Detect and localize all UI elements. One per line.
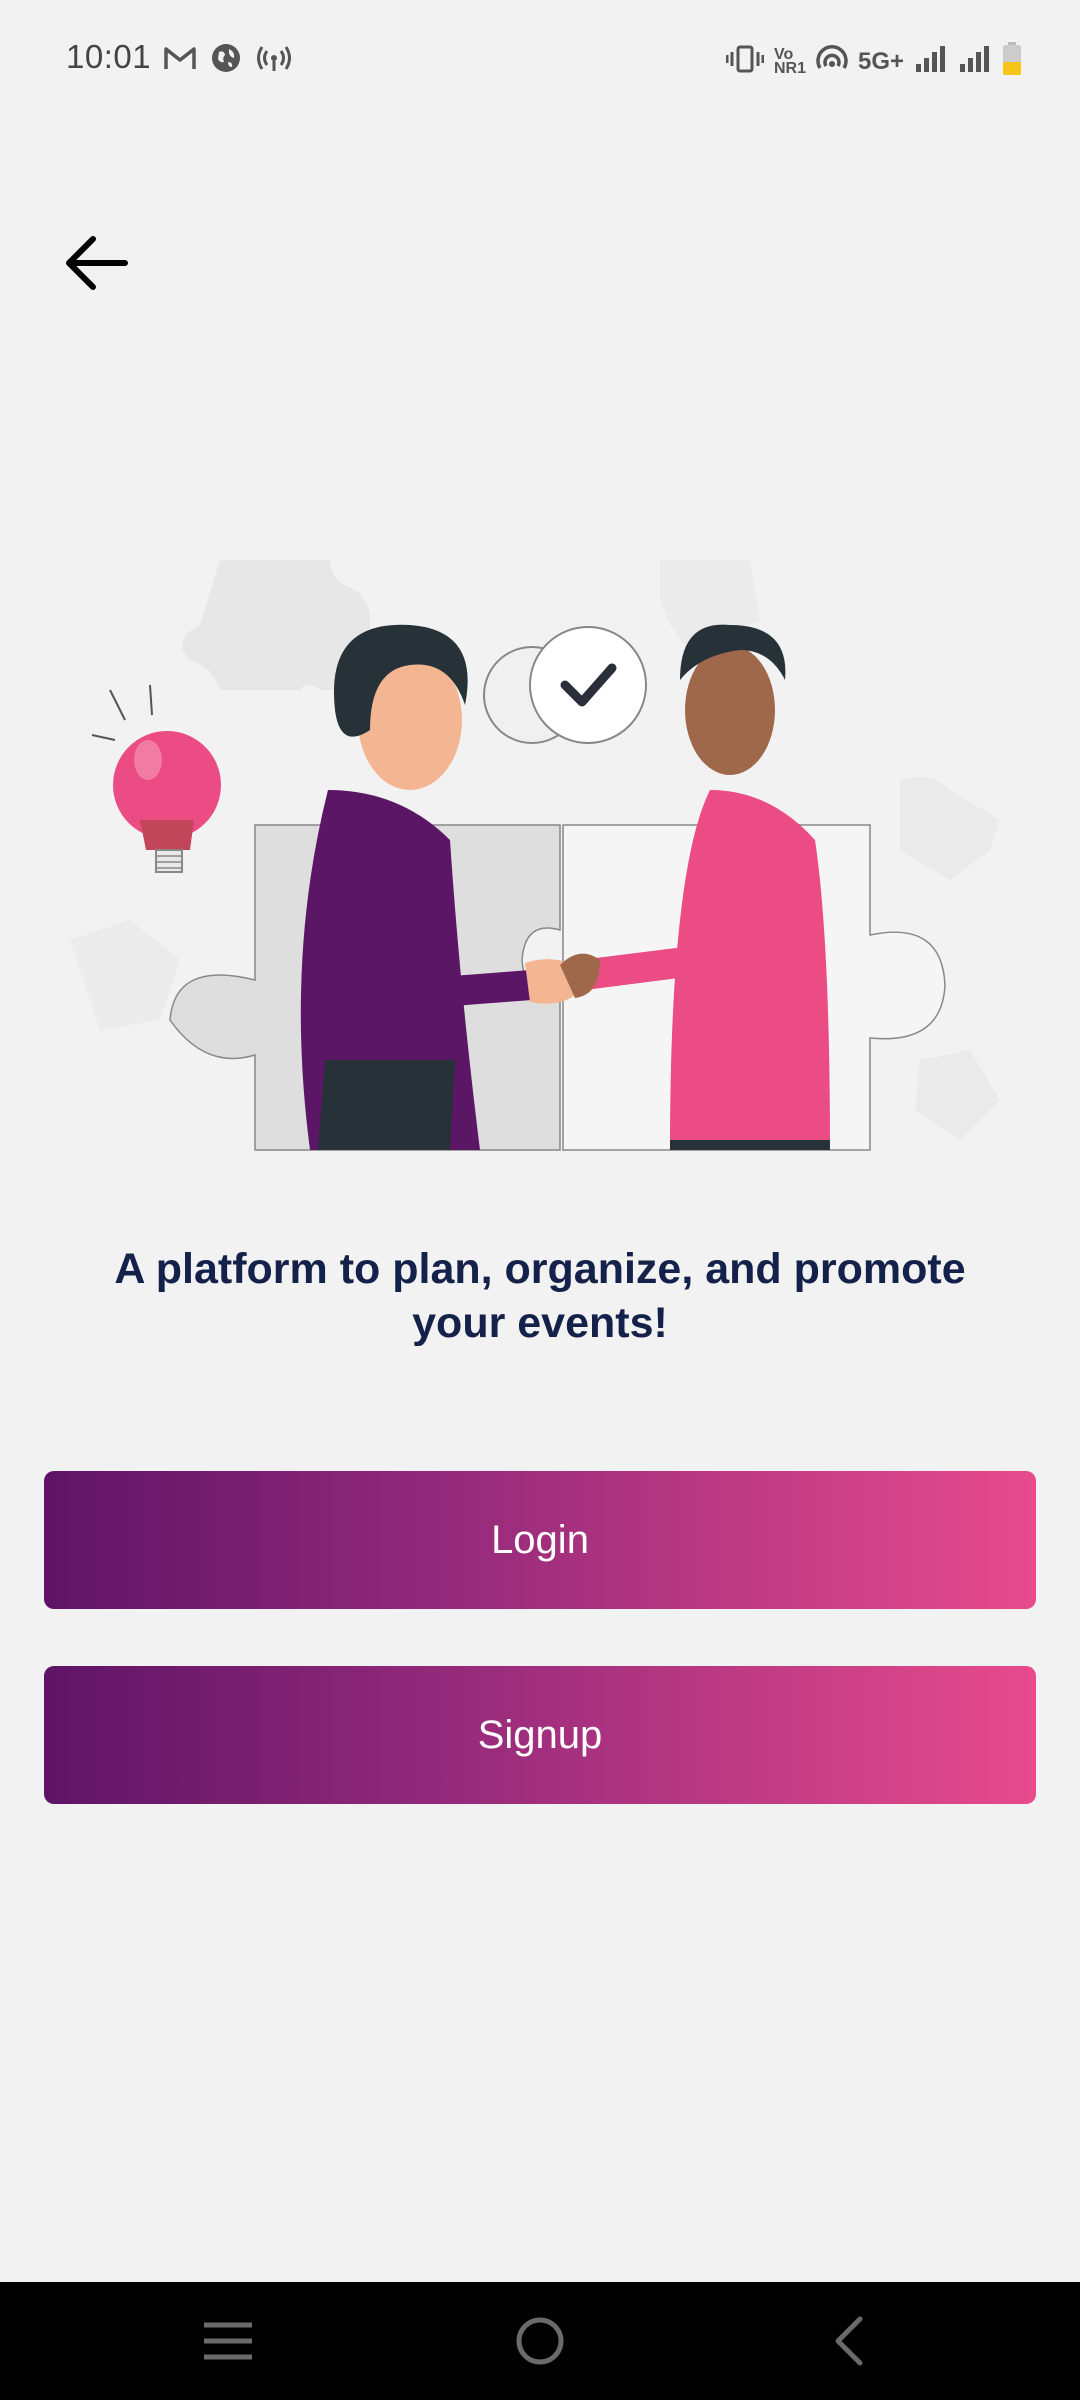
status-right-icons: Vo NR1 5G+ — [725, 42, 1022, 81]
wifi-calling-icon — [816, 44, 848, 79]
check-bubble-icon — [483, 626, 647, 744]
login-button[interactable]: Login — [44, 1471, 1036, 1609]
status-left-icons — [164, 42, 292, 79]
arrow-left-icon — [66, 236, 128, 290]
signal-icon — [958, 44, 992, 79]
home-circle-icon — [516, 2317, 564, 2365]
recents-button[interactable] — [188, 2304, 268, 2378]
home-button[interactable] — [500, 2304, 580, 2378]
volte-icon: Vo NR1 — [773, 45, 806, 77]
navigation-bar — [0, 2282, 1080, 2400]
network-5g-icon: 5G+ — [857, 47, 904, 75]
vibrate-icon — [725, 44, 765, 79]
light-bulb-icon — [91, 684, 221, 873]
back-button[interactable] — [58, 225, 134, 301]
signup-button-label: Signup — [477, 1712, 603, 1757]
gmail-icon — [164, 45, 196, 76]
nav-back-icon — [835, 2316, 863, 2366]
signal-icon — [914, 44, 948, 79]
globe-icon — [210, 42, 242, 79]
system-back-button[interactable] — [810, 2304, 890, 2378]
status-bar: 10:01 Vo NR1 5G+ — [0, 0, 1080, 124]
tagline: A platform to plan, organize, and promot… — [114, 1245, 966, 1347]
hotspot-icon — [256, 43, 292, 78]
handshake-puzzle-illustration — [70, 540, 1010, 1180]
welcome-screen: 10:01 Vo NR1 5G+ A platform to plan, org… — [0, 0, 1080, 2400]
battery-icon — [1002, 42, 1022, 81]
signup-button[interactable]: Signup — [44, 1666, 1036, 1804]
login-button-label: Login — [491, 1517, 589, 1562]
status-time: 10:01 — [66, 38, 152, 75]
menu-icon — [204, 2322, 252, 2360]
